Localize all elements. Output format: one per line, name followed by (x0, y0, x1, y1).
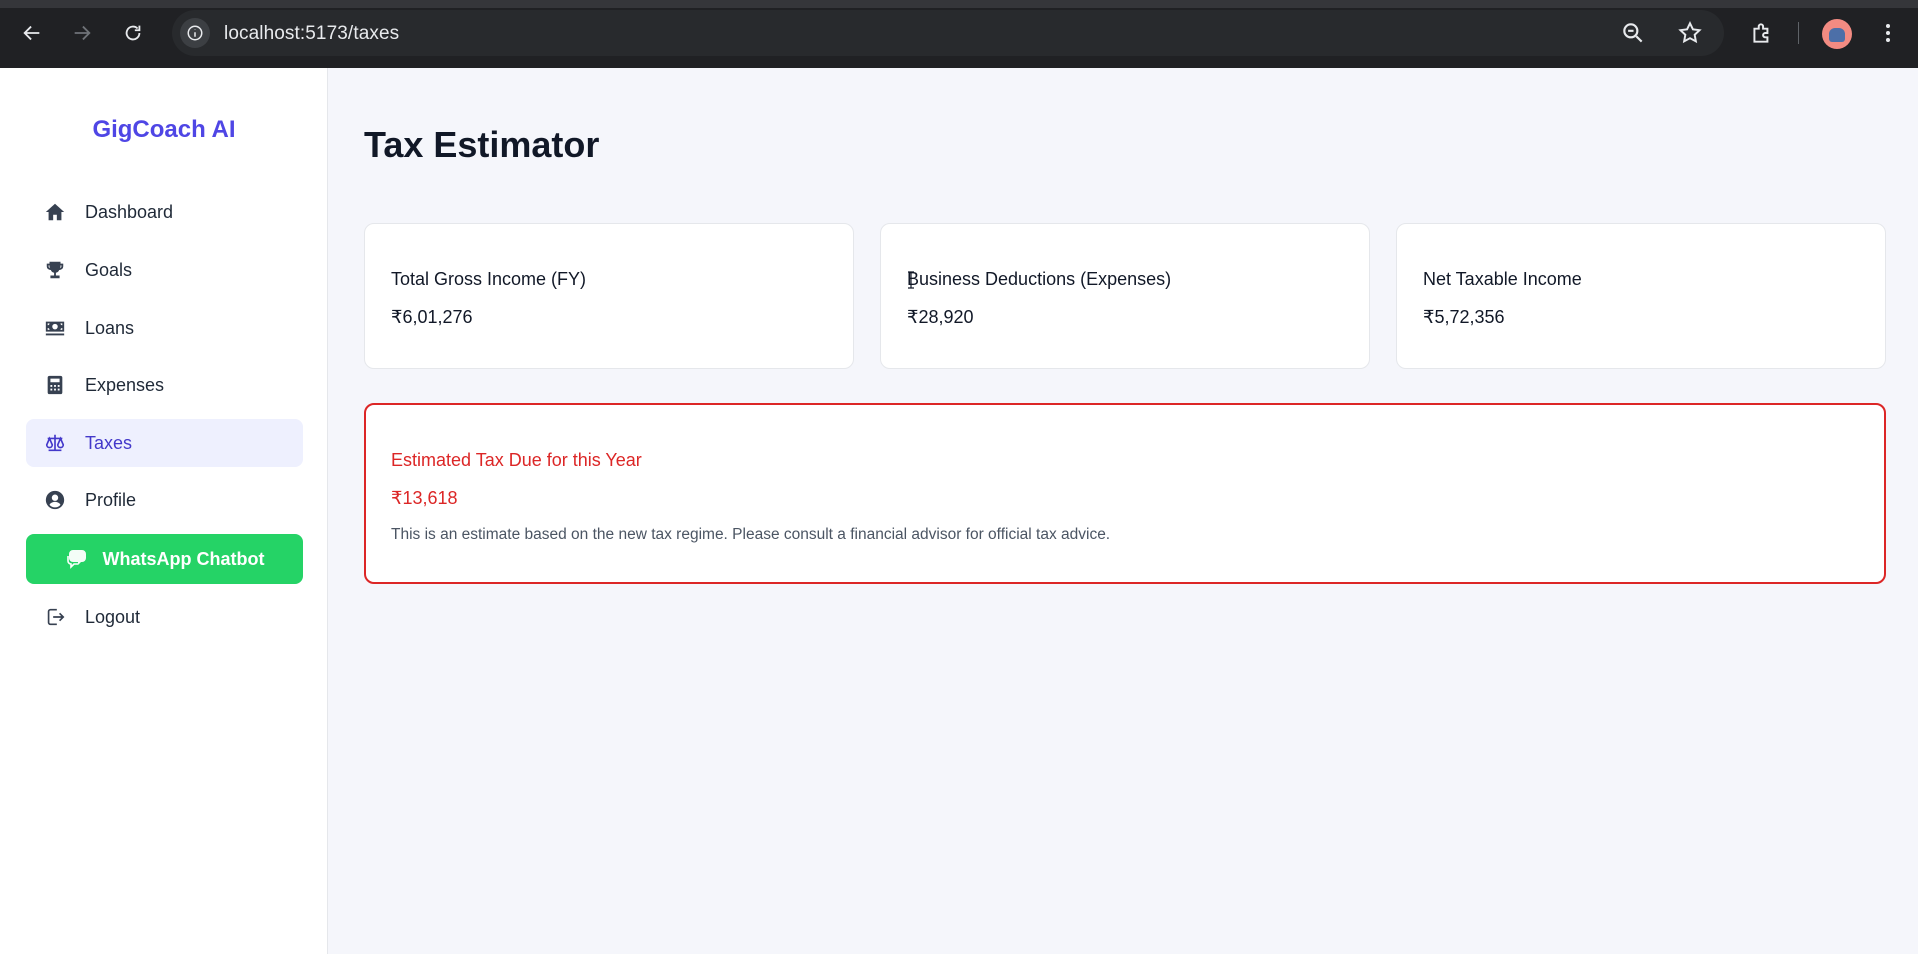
bookmark-star-icon[interactable] (1677, 20, 1703, 46)
logout-label: Logout (85, 606, 141, 627)
reload-icon[interactable] (117, 17, 149, 49)
card-label: Net Taxable Income (1423, 269, 1582, 289)
card-value: ₹6,01,276 (391, 307, 473, 327)
money-icon (44, 317, 66, 339)
text-cursor-icon (906, 271, 916, 289)
card-label: Total Gross Income (FY) (391, 269, 587, 289)
extensions-icon[interactable] (1748, 19, 1776, 47)
more-menu-icon[interactable] (1874, 19, 1902, 47)
browser-tab-strip (0, 0, 1918, 8)
whatsapp-chatbot-label: WhatsApp Chatbot (102, 548, 265, 569)
sidebar-item-expenses[interactable]: Expenses (26, 361, 303, 409)
tax-due-label: Estimated Tax Due for this Year (391, 450, 642, 470)
logout-button[interactable]: Logout (26, 593, 303, 641)
whatsapp-chatbot-button[interactable]: WhatsApp Chatbot (26, 534, 303, 584)
toolbar-separator (1798, 22, 1799, 44)
site-info-icon[interactable] (180, 18, 210, 48)
page-title: Tax Estimator (364, 124, 600, 165)
trophy-icon (44, 259, 66, 281)
net-taxable-income-card: Net Taxable Income ₹5,72,356 (1396, 223, 1886, 369)
sidebar-item-label: Taxes (85, 432, 133, 453)
user-circle-icon (44, 489, 66, 511)
scale-icon (44, 432, 66, 454)
sidebar-item-dashboard[interactable]: Dashboard (26, 188, 303, 236)
browser-toolbar: localhost:5173/taxes (0, 0, 1918, 68)
card-value: ₹5,72,356 (1423, 307, 1505, 327)
zoom-icon[interactable] (1620, 20, 1646, 46)
sidebar-item-label: Goals (85, 259, 133, 280)
chat-bubbles-icon (65, 547, 89, 571)
tax-disclaimer-note: This is an estimate based on the new tax… (391, 526, 1111, 543)
sidebar-item-loans[interactable]: Loans (26, 304, 303, 352)
card-label: Business Deductions (Expenses) (907, 269, 1172, 289)
sidebar-item-label: Loans (85, 317, 135, 338)
sidebar-item-label: Dashboard (85, 201, 174, 222)
address-bar[interactable]: localhost:5173/taxes (172, 10, 1724, 56)
back-arrow-icon[interactable] (16, 17, 48, 49)
estimated-tax-due-card: Estimated Tax Due for this Year ₹13,618 … (364, 403, 1886, 584)
home-icon (44, 201, 66, 223)
calculator-icon (44, 374, 66, 396)
url-text[interactable]: localhost:5173/taxes (224, 23, 399, 45)
sidebar-item-profile[interactable]: Profile (26, 476, 303, 524)
logout-icon (44, 606, 66, 628)
business-deductions-card: Business Deductions (Expenses) ₹28,920 (880, 223, 1370, 369)
sidebar-item-goals[interactable]: Goals (26, 246, 303, 294)
sidebar: GigCoach AI Dashboard Goals Loans Expens… (0, 68, 328, 954)
forward-arrow-icon[interactable] (66, 17, 98, 49)
card-value: ₹28,920 (907, 307, 974, 327)
tax-due-value: ₹13,618 (391, 488, 458, 508)
sidebar-item-taxes[interactable]: Taxes (26, 419, 303, 467)
sidebar-item-label: Profile (85, 489, 137, 510)
profile-avatar[interactable] (1822, 19, 1852, 49)
sidebar-item-label: Expenses (85, 374, 165, 395)
brand-logo[interactable]: GigCoach AI (0, 116, 328, 144)
gross-income-card: Total Gross Income (FY) ₹6,01,276 (364, 223, 854, 369)
